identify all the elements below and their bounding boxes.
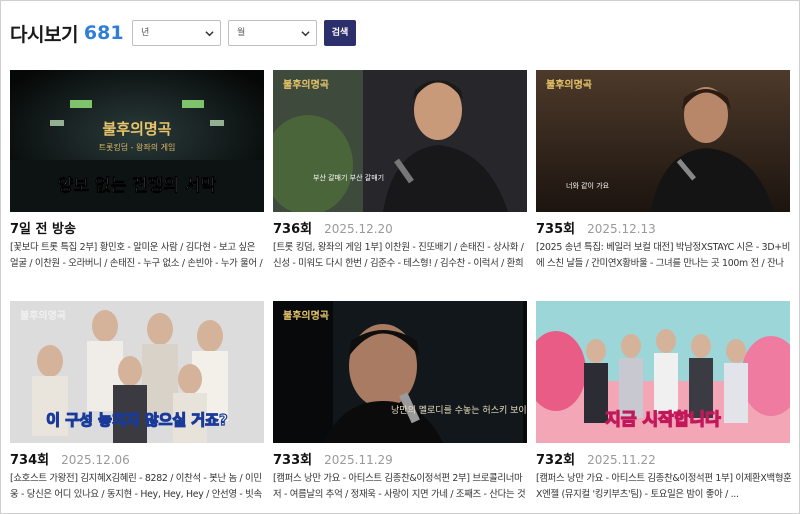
episode-date: 2025.12.13 <box>587 222 656 236</box>
episode-description[interactable]: [2025 송년 특집: 베일러 보컬 대전] 박남정XSTAYC 시은 - 3… <box>536 240 792 272</box>
show-logo: 불후의명곡 <box>102 120 171 138</box>
search-button[interactable]: 검색 <box>324 20 356 46</box>
show-logo: 불후의명곡 <box>283 309 329 322</box>
thumbnail-caption: 지금 시작합니다 <box>605 409 721 430</box>
episode-description[interactable]: [캠퍼스 낭만 가요 - 아티스트 김종찬&이정석편 2부] 브로콜리너마저 -… <box>273 471 529 503</box>
episode-number: 7일 전 방송 <box>10 222 76 237</box>
episode-description[interactable]: [캠퍼스 낭만 가요 - 아티스트 김종찬&이정석편 1부] 이제환X백형훈X엔… <box>536 471 792 503</box>
episode-count: 681 <box>83 22 124 44</box>
show-logo: 불후의명곡 <box>283 78 329 91</box>
thumbnail-subtitle: 트롯킹덤 - 왕좌의 게임 <box>99 142 176 152</box>
episode-thumbnail[interactable]: 불후의명곡 너와 같이 가요 <box>536 70 790 212</box>
show-logo: 불후의명곡 <box>546 78 592 91</box>
episode-thumbnail[interactable]: 불후의명곡 이 구성 놓치지 않으실 거죠? <box>10 301 264 443</box>
thumbnail-caption: 부산 갈매기 부산 갈매기 <box>313 173 384 182</box>
episode-number: 733회 <box>273 453 313 468</box>
episode-description[interactable]: [쇼호스트 가왕전] 김지혜X김혜린 - 8282 / 이찬석 - 봇난 놈 /… <box>10 471 266 503</box>
year-select-value: 년 <box>141 28 150 38</box>
episode-number: 736회 <box>273 222 313 237</box>
page-title: 다시보기 <box>10 23 78 46</box>
episode-date: 2025.11.29 <box>324 453 393 467</box>
episode-thumbnail[interactable]: 불후의명곡 부산 갈매기 부산 갈매기 <box>273 70 527 212</box>
month-select[interactable]: 월 <box>228 20 317 46</box>
episode-thumbnail[interactable]: 불후의명곡 트롯킹덤 - 왕좌의 게임 양보 없는 전쟁의 서막 <box>10 70 264 212</box>
thumbnail-caption: 이 구성 놓치지 않으실 거죠? <box>46 411 227 429</box>
thumbnail-caption: 너와 같이 가요 <box>566 181 610 190</box>
page-header: 다시보기 681 <box>10 18 124 48</box>
month-select-value: 월 <box>237 28 246 38</box>
thumbnail-caption: 양보 없는 전쟁의 서막 <box>58 176 217 196</box>
episode-number: 732회 <box>536 453 576 468</box>
episode-thumbnail[interactable]: 불후의명곡 낭만의 멜로디를 수놓는 허스키 보이스 <box>273 301 527 443</box>
episode-date: 2025.12.06 <box>61 453 130 467</box>
chevron-down-icon <box>301 31 310 37</box>
episode-date: 2025.12.20 <box>324 222 393 236</box>
episode-description[interactable]: [트롯 킹덤, 왕좌의 게임 1부] 이찬원 - 진또배기 / 손태진 - 상사… <box>273 240 529 272</box>
chevron-down-icon <box>205 31 214 37</box>
episode-thumbnail[interactable]: 지금 시작합니다 <box>536 301 790 443</box>
thumbnail-caption: 낭만의 멜로디를 수놓는 허스키 보이스 <box>391 404 527 416</box>
episode-number: 734회 <box>10 453 50 468</box>
episode-number: 735회 <box>536 222 576 237</box>
year-select[interactable]: 년 <box>132 20 221 46</box>
episode-description[interactable]: [꽃보다 트롯 특집 2부] 황민호 - 알미운 사람 / 김다현 - 보고 싶… <box>10 240 266 272</box>
episode-date: 2025.11.22 <box>587 453 656 467</box>
show-logo: 불후의명곡 <box>20 309 66 322</box>
